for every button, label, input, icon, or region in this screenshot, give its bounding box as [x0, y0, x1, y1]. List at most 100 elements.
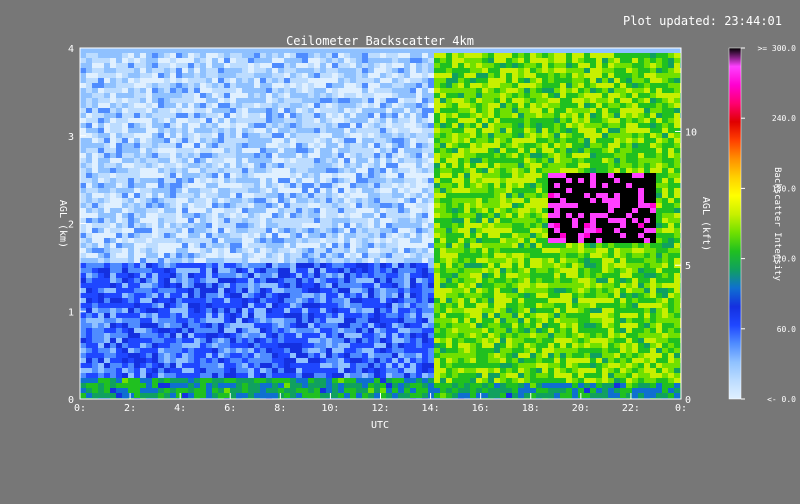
- heatmap-cell: [284, 258, 290, 263]
- heatmap-cell: [386, 103, 392, 108]
- heatmap-cell: [362, 128, 368, 133]
- heatmap-cell: [380, 363, 386, 368]
- heatmap-cell: [230, 308, 236, 313]
- heatmap-cell: [350, 158, 356, 163]
- heatmap-cell: [458, 298, 464, 303]
- heatmap-cell: [272, 348, 278, 353]
- heatmap-cell: [140, 248, 146, 253]
- heatmap-cell: [314, 383, 320, 388]
- heatmap-cell: [470, 53, 476, 58]
- heatmap-cell: [164, 308, 170, 313]
- heatmap-cell: [134, 198, 140, 203]
- heatmap-cell: [392, 373, 398, 378]
- heatmap-cell: [254, 83, 260, 88]
- heatmap-cell: [374, 353, 380, 358]
- heatmap-cell: [98, 153, 104, 158]
- heatmap-cell: [140, 113, 146, 118]
- heatmap-cell: [92, 388, 98, 393]
- heatmap-cell: [236, 293, 242, 298]
- heatmap-cell: [284, 323, 290, 328]
- heatmap-cell: [380, 88, 386, 93]
- heatmap-cell: [488, 323, 494, 328]
- heatmap-cell: [314, 268, 320, 273]
- heatmap-cell: [392, 173, 398, 178]
- heatmap-cell: [350, 118, 356, 123]
- heatmap-cell: [140, 93, 146, 98]
- heatmap-cell: [158, 373, 164, 378]
- heatmap-cell: [140, 83, 146, 88]
- heatmap-cell: [236, 388, 242, 393]
- heatmap-cell: [452, 288, 458, 293]
- heatmap-cell: [182, 378, 188, 383]
- heatmap-cell: [434, 113, 440, 118]
- heatmap-cell: [440, 278, 446, 283]
- heatmap-cell: [278, 208, 284, 213]
- heatmap-cell: [266, 63, 272, 68]
- heatmap-cell: [458, 223, 464, 228]
- heatmap-cell: [344, 168, 350, 173]
- heatmap-cell: [200, 373, 206, 378]
- heatmap-cell: [482, 183, 488, 188]
- heatmap-cell: [272, 278, 278, 283]
- heatmap-cell: [128, 93, 134, 98]
- heatmap-cell: [344, 333, 350, 338]
- heatmap-cell: [404, 393, 410, 398]
- heatmap-cell: [482, 393, 488, 398]
- heatmap-cell: [326, 108, 332, 113]
- heatmap-cell: [278, 88, 284, 93]
- heatmap-cell: [416, 178, 422, 183]
- heatmap-cell: [446, 323, 452, 328]
- heatmap-cell: [446, 163, 452, 168]
- heatmap-cell: [158, 73, 164, 78]
- heatmap-cell: [248, 258, 254, 263]
- heatmap-cell: [308, 128, 314, 133]
- heatmap-cell: [116, 318, 122, 323]
- heatmap-cell: [500, 163, 506, 168]
- heatmap-cell: [206, 83, 212, 88]
- heatmap-cell: [494, 88, 500, 93]
- heatmap-cell: [176, 278, 182, 283]
- heatmap-cell: [236, 278, 242, 283]
- heatmap-cell: [230, 178, 236, 183]
- heatmap-cell: [308, 83, 314, 88]
- heatmap-cell: [500, 388, 506, 393]
- heatmap-cell: [158, 308, 164, 313]
- heatmap-cell: [212, 333, 218, 338]
- heatmap-cell: [218, 353, 224, 358]
- heatmap-cell: [368, 303, 374, 308]
- heatmap-cell: [266, 138, 272, 143]
- heatmap-cell: [422, 283, 428, 288]
- heatmap-cell: [230, 358, 236, 363]
- heatmap-cell: [260, 318, 266, 323]
- heatmap-cell: [332, 153, 338, 158]
- heatmap-cell: [470, 118, 476, 123]
- heatmap-cell: [134, 58, 140, 63]
- heatmap-cell: [422, 238, 428, 243]
- heatmap-cell: [260, 58, 266, 63]
- heatmap-cell: [344, 173, 350, 178]
- heatmap-cell: [296, 323, 302, 328]
- heatmap-cell: [404, 218, 410, 223]
- heatmap-cell: [98, 358, 104, 363]
- heatmap-cell: [392, 278, 398, 283]
- heatmap-cell: [500, 353, 506, 358]
- heatmap-cell: [278, 353, 284, 358]
- heatmap-cell: [200, 343, 206, 348]
- heatmap-cell: [398, 343, 404, 348]
- heatmap-cell: [482, 238, 488, 243]
- heatmap-cell: [86, 173, 92, 178]
- heatmap-cell: [410, 123, 416, 128]
- heatmap-cell: [506, 143, 512, 148]
- heatmap-cell: [290, 233, 296, 238]
- heatmap-cell: [476, 78, 482, 83]
- heatmap-cell: [488, 343, 494, 348]
- heatmap-cell: [224, 383, 230, 388]
- heatmap-cell: [392, 203, 398, 208]
- heatmap-cell: [494, 268, 500, 273]
- heatmap-cell: [80, 123, 86, 128]
- heatmap-cell: [260, 323, 266, 328]
- heatmap-cell: [452, 243, 458, 248]
- heatmap-cell: [386, 203, 392, 208]
- heatmap-cell: [284, 298, 290, 303]
- heatmap-cell: [500, 73, 506, 78]
